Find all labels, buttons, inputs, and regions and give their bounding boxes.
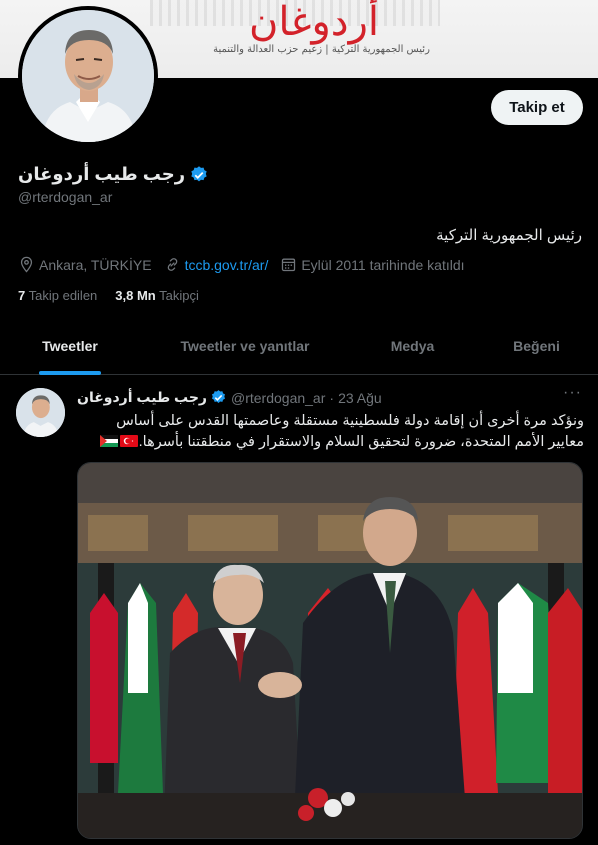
profile-meta: Ankara, TÜRKİYE tccb.gov.tr/ar/ Eylül 20… <box>18 256 477 273</box>
tweet-text: ونؤكد مرة أخرى أن إقامة دولة فلسطينية مس… <box>78 411 584 453</box>
tab-likes[interactable]: Beğeni <box>475 318 598 375</box>
followers-stat[interactable]: 3,8 Mn Takipçi <box>115 288 199 303</box>
profile-handle: @rterdogan_ar <box>18 189 113 205</box>
followers-label: Takipçi <box>159 288 199 303</box>
tab-tweets-and-replies[interactable]: Tweetler ve yanıtlar <box>140 318 350 375</box>
tab-tweets[interactable]: Tweetler <box>0 318 140 375</box>
verified-badge-icon[interactable] <box>210 389 227 406</box>
tweet[interactable]: رجب طيب أردوغان @rterdogan_ar · 23 Ağu ·… <box>0 376 598 845</box>
location-text: Ankara, TÜRKİYE <box>39 256 152 273</box>
tab-media[interactable]: Medya <box>350 318 475 375</box>
tweet-author-name[interactable]: رجب طيب أردوغان <box>77 389 207 406</box>
profile-name-row: رجب طيب أردوغان <box>18 164 209 185</box>
tab-label: Beğeni <box>513 338 560 354</box>
tweet-date[interactable]: 23 Ağu <box>338 390 382 406</box>
tweet-separator: · <box>329 389 335 406</box>
profile-tabs: Tweetler Tweetler ve yanıtlar Medya Beğe… <box>0 318 598 375</box>
followers-count: 3,8 Mn <box>115 288 156 303</box>
tweet-avatar[interactable] <box>16 388 65 437</box>
tab-label: Medya <box>390 338 435 354</box>
location-icon <box>20 256 33 273</box>
profile-display-name: رجب طيب أردوغان <box>18 164 186 184</box>
calendar-icon <box>282 258 296 272</box>
profile-location: Ankara, TÜRKİYE <box>18 256 152 273</box>
profile-link-text[interactable]: tccb.gov.tr/ar/ <box>185 257 269 273</box>
tweet-photo[interactable] <box>77 462 583 839</box>
profile-joined: Eylül 2011 tarihinde katıldı <box>280 256 465 273</box>
following-label: Takip edilen <box>28 288 98 303</box>
profile-avatar[interactable] <box>18 6 158 146</box>
tweet-text-body: ونؤكد مرة أخرى أن إقامة دولة فلسطينية مس… <box>116 413 584 450</box>
profile-link[interactable]: tccb.gov.tr/ar/ <box>164 256 269 273</box>
follow-button[interactable]: Takip et <box>491 90 583 125</box>
following-count: 7 <box>18 288 26 303</box>
active-tab-indicator <box>39 371 101 375</box>
verified-badge-icon[interactable] <box>189 165 209 185</box>
tab-label: Tweetler <box>42 338 98 354</box>
tweet-author-handle[interactable]: @rterdogan_ar <box>231 390 325 406</box>
link-icon <box>167 258 177 271</box>
more-icon[interactable]: ··· <box>563 384 582 402</box>
profile-bio: رئيس الجمهورية التركية <box>436 227 582 244</box>
joined-text: Eylül 2011 tarihinde katıldı <box>301 256 465 273</box>
tweet-header: رجب طيب أردوغان @rterdogan_ar · 23 Ağu <box>77 389 382 406</box>
following-stat[interactable]: 7 Takip edilen <box>18 288 97 303</box>
turkey-flag-icon <box>119 435 138 447</box>
profile-stats: 7 Takip edilen 3,8 Mn Takipçi <box>18 288 217 303</box>
tab-label: Tweetler ve yanıtlar <box>180 338 310 354</box>
palestine-flag-icon <box>99 435 118 447</box>
